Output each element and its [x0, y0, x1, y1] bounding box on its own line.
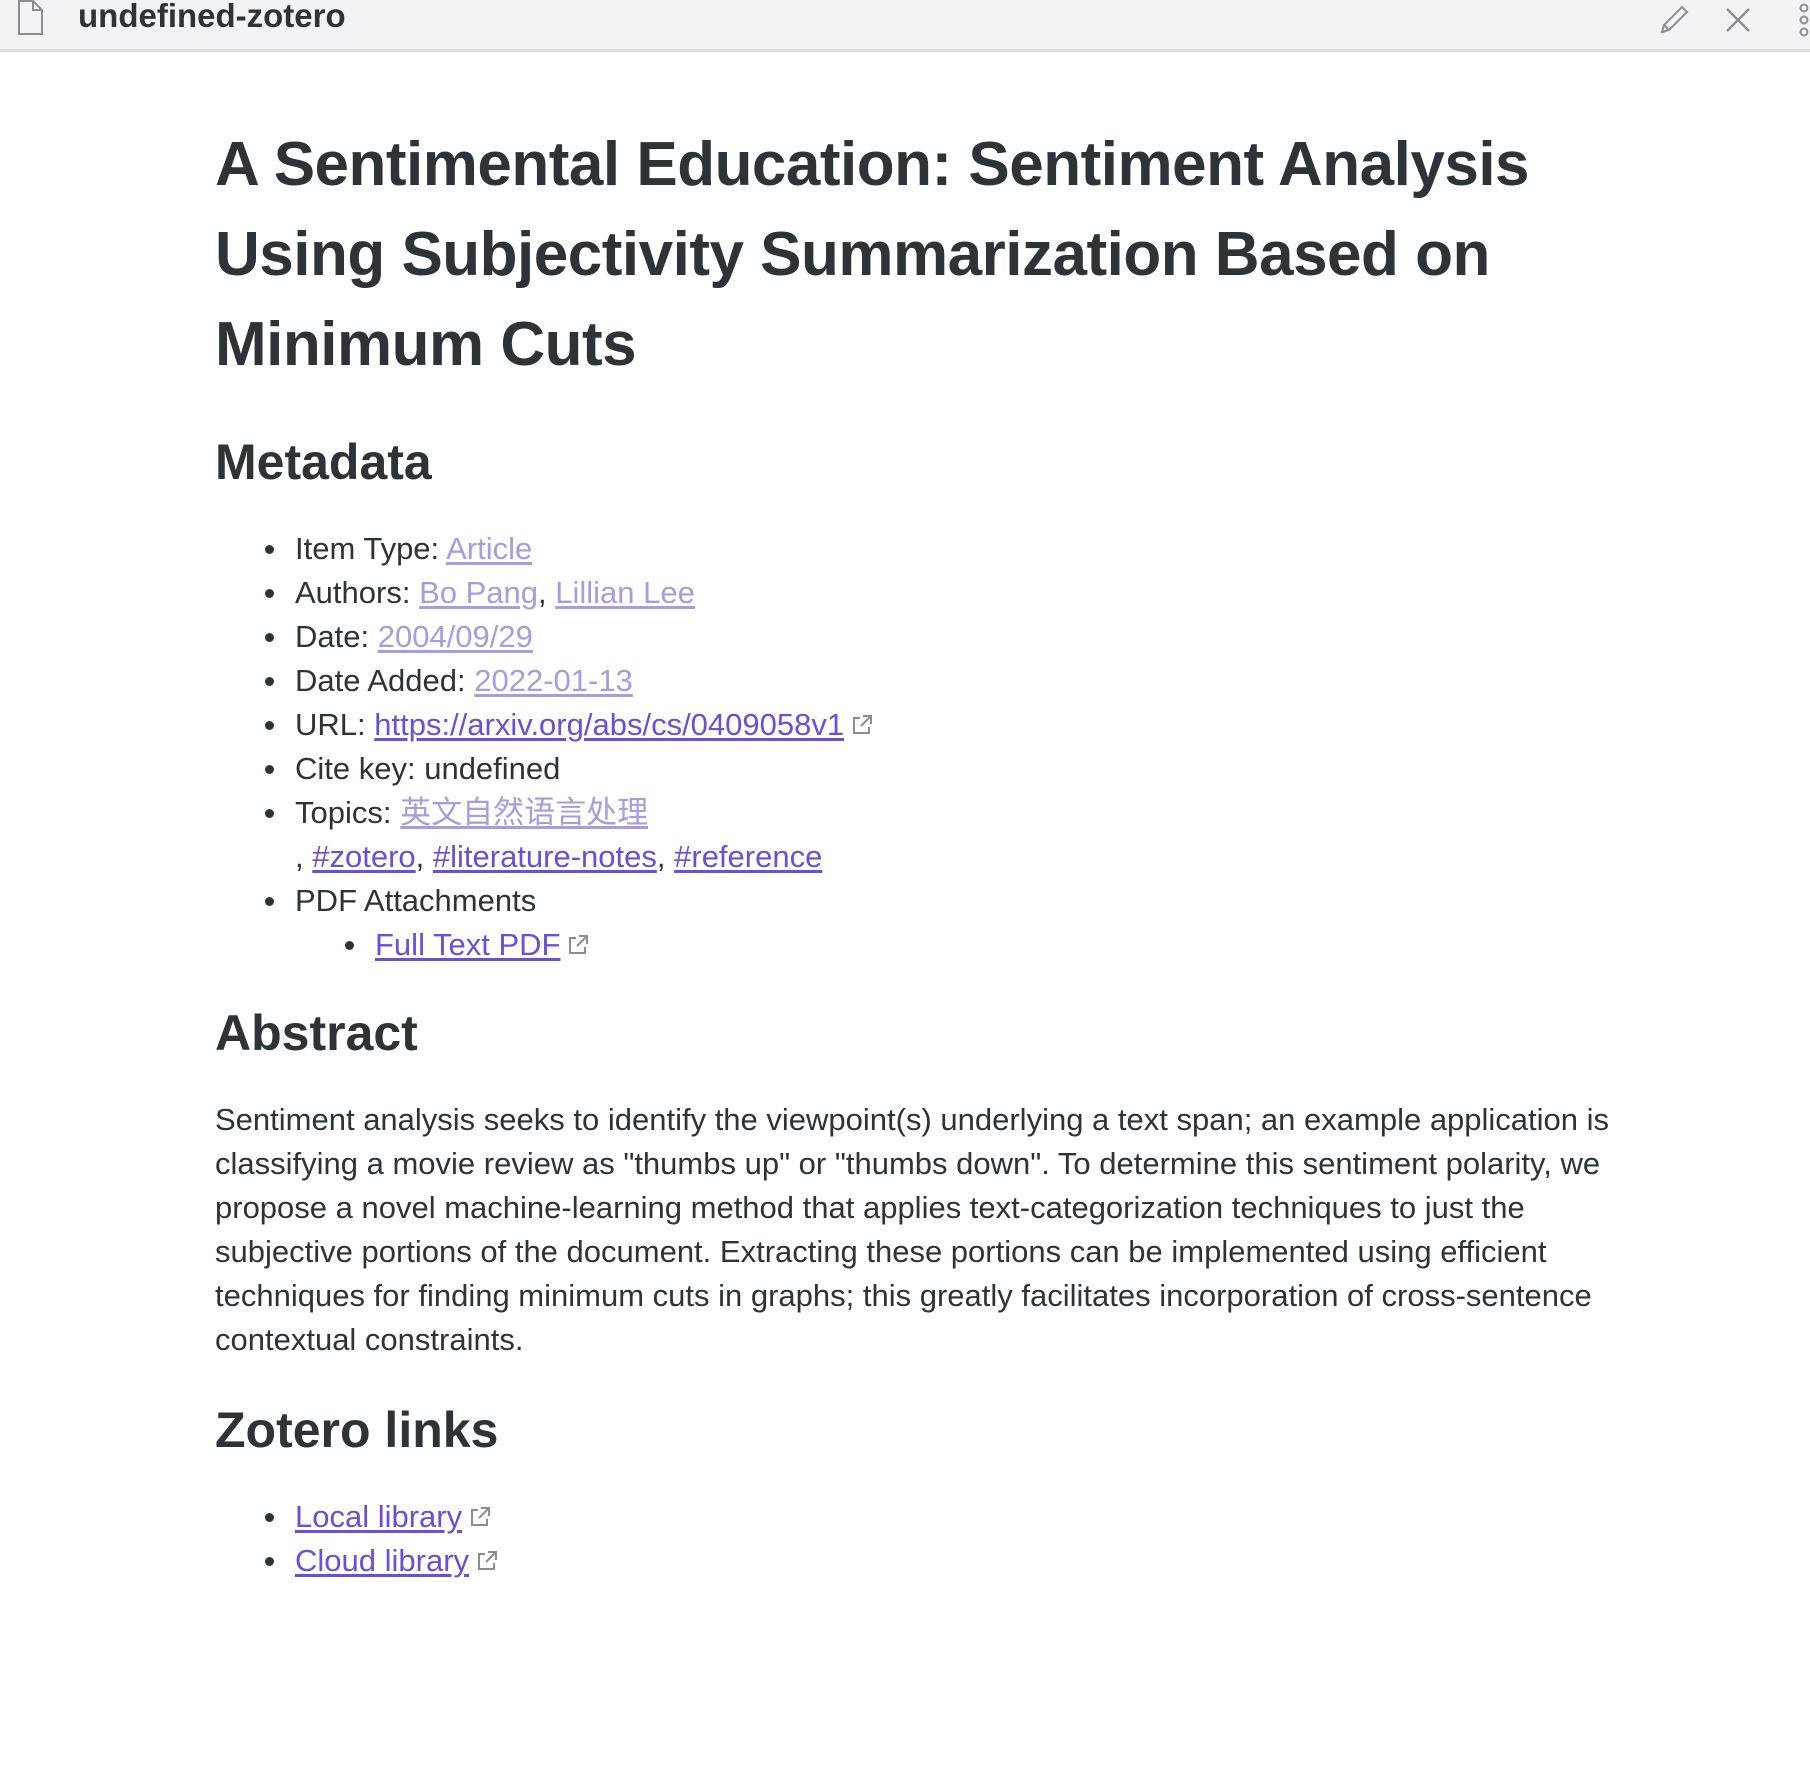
- list-item-local-library: Local library: [264, 1495, 499, 1539]
- pdf-attachments-label: PDF Attachments: [295, 883, 537, 918]
- external-link-icon: [475, 1541, 499, 1570]
- note-content: A Sentimental Education: Sentiment Analy…: [215, 120, 1615, 1578]
- full-text-pdf-link[interactable]: Full Text PDF: [375, 927, 560, 962]
- tag-separator: ,: [656, 839, 675, 874]
- pdf-attachments-list: Full Text PDF: [295, 923, 874, 967]
- tags-prefix: ,: [295, 839, 313, 874]
- page-title: A Sentimental Education: Sentiment Analy…: [215, 130, 1530, 379]
- list-item-cite-key: Cite key: undefined: [264, 747, 874, 791]
- list-item-authors: Authors: Bo Pang, Lillian Lee: [264, 571, 874, 615]
- metadata-heading: Metadata: [215, 434, 432, 490]
- cite-key-text: Cite key: undefined: [295, 751, 561, 786]
- tab-title: undefined-zotero: [78, 0, 346, 34]
- item-type-label: Item Type:: [295, 531, 447, 566]
- url-link[interactable]: https://arxiv.org/abs/cs/0409058v1: [374, 707, 844, 742]
- date-added-link[interactable]: 2022-01-13: [474, 663, 633, 698]
- abstract-heading: Abstract: [215, 1005, 418, 1061]
- zotero-links-list: Local library Cloud library: [264, 1495, 499, 1583]
- topics-label: Topics:: [295, 795, 401, 830]
- close-icon[interactable]: [1718, 0, 1758, 40]
- local-library-link[interactable]: Local library: [295, 1499, 462, 1534]
- item-type-link[interactable]: Article: [446, 531, 532, 566]
- list-item-full-text-pdf: Full Text PDF: [344, 923, 874, 967]
- external-link-icon: [850, 705, 874, 734]
- topic-link[interactable]: 英文自然语言处理: [400, 795, 648, 830]
- zotero-links-heading: Zotero links: [215, 1402, 499, 1458]
- authors-label: Authors:: [295, 575, 420, 610]
- author-link-2[interactable]: Lillian Lee: [555, 575, 695, 610]
- tag-link-reference[interactable]: #reference: [674, 839, 822, 874]
- tag-link-zotero[interactable]: #zotero: [312, 839, 415, 874]
- file-icon: [16, 0, 44, 36]
- list-item-url: URL: https://arxiv.org/abs/cs/0409058v1: [264, 703, 874, 747]
- tab-header: undefined-zotero: [0, 0, 1810, 52]
- url-label: URL:: [295, 707, 375, 742]
- list-item-topics: Topics: 英文自然语言处理 , #zotero, #literature-…: [264, 791, 874, 879]
- list-item-date: Date: 2004/09/29: [264, 615, 874, 659]
- metadata-list: Item Type: Article Authors: Bo Pang, Lil…: [264, 527, 874, 967]
- external-link-icon: [468, 1497, 492, 1526]
- more-vertical-icon[interactable]: [1790, 0, 1810, 40]
- list-item-item-type: Item Type: Article: [264, 527, 874, 571]
- abstract-text: Sentiment analysis seeks to identify the…: [215, 1102, 1610, 1357]
- list-item-cloud-library: Cloud library: [264, 1539, 499, 1583]
- date-link[interactable]: 2004/09/29: [378, 619, 533, 654]
- tag-link-literature-notes[interactable]: #literature-notes: [433, 839, 657, 874]
- list-item-pdf-attachments: PDF Attachments Full Text PDF: [264, 879, 874, 967]
- pencil-icon[interactable]: [1654, 0, 1694, 40]
- author-separator: ,: [538, 575, 556, 610]
- list-item-date-added: Date Added: 2022-01-13: [264, 659, 874, 703]
- tag-separator: ,: [415, 839, 433, 874]
- date-added-label: Date Added:: [295, 663, 475, 698]
- external-link-icon: [566, 925, 590, 954]
- cloud-library-link[interactable]: Cloud library: [295, 1543, 469, 1578]
- author-link-1[interactable]: Bo Pang: [419, 575, 538, 610]
- date-label: Date:: [295, 619, 378, 654]
